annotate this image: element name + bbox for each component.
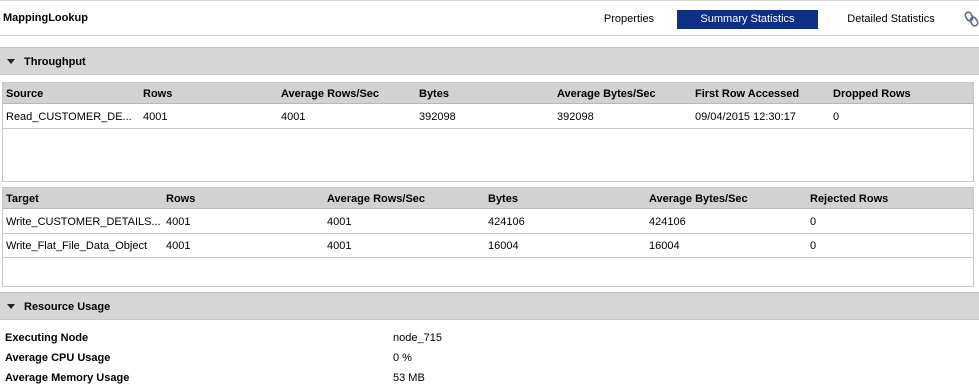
column-header-average-rows-sec[interactable]: Average Rows/Sec: [281, 88, 411, 100]
top-bar: MappingLookup Properties Summary Statist…: [0, 0, 979, 36]
column-header-average-bytes-sec[interactable]: Average Bytes/Sec: [557, 88, 687, 100]
table-cell: Read_CUSTOMER_DE...: [6, 111, 132, 123]
column-header-first-row-accessed[interactable]: First Row Accessed: [695, 88, 825, 100]
collapse-triangle-icon[interactable]: [7, 59, 15, 64]
collapse-triangle-icon[interactable]: [7, 304, 15, 309]
resource-usage-section-header[interactable]: Resource Usage: [0, 292, 979, 320]
table-cell: 392098: [557, 111, 594, 123]
column-header-source[interactable]: Source: [6, 88, 136, 100]
throughput-section-title: Throughput: [24, 56, 86, 68]
table-cell: 424106: [488, 216, 525, 228]
column-header-rows[interactable]: Rows: [143, 88, 273, 100]
average-memory-usage-label: Average Memory Usage: [5, 372, 130, 384]
table-cell: 4001: [327, 216, 352, 228]
table-row[interactable]: Read_CUSTOMER_DE... 4001 4001 392098 392…: [3, 105, 973, 129]
table-cell: 16004: [649, 240, 680, 252]
tab-summary-statistics[interactable]: Summary Statistics: [677, 10, 818, 29]
table-cell: 0: [810, 240, 817, 252]
column-header-rejected-rows[interactable]: Rejected Rows: [810, 193, 960, 205]
table-cell: Write_CUSTOMER_DETAILS...: [6, 216, 161, 228]
target-table: Target Rows Average Rows/Sec Bytes Avera…: [2, 187, 974, 287]
column-header-average-bytes-sec[interactable]: Average Bytes/Sec: [649, 193, 799, 205]
tab-detailed-statistics[interactable]: Detailed Statistics: [830, 10, 952, 29]
column-header-average-rows-sec[interactable]: Average Rows/Sec: [327, 193, 477, 205]
table-cell: 4001: [166, 240, 191, 252]
column-header-bytes[interactable]: Bytes: [419, 88, 549, 100]
table-cell: 392098: [419, 111, 456, 123]
table-cell: 09/04/2015 12:30:17: [695, 111, 796, 123]
column-header-bytes[interactable]: Bytes: [488, 193, 638, 205]
column-header-dropped-rows[interactable]: Dropped Rows: [833, 88, 963, 100]
table-cell: 16004: [488, 240, 519, 252]
link-chain-icon[interactable]: [964, 10, 979, 28]
resource-usage-section-title: Resource Usage: [24, 301, 111, 313]
table-cell: 4001: [166, 216, 191, 228]
source-table: Source Rows Average Rows/Sec Bytes Avera…: [2, 82, 974, 182]
average-cpu-usage-label: Average CPU Usage: [5, 352, 111, 364]
table-cell: 4001: [281, 111, 306, 123]
column-header-target[interactable]: Target: [6, 193, 156, 205]
target-table-header: Target Rows Average Rows/Sec Bytes Avera…: [3, 188, 973, 209]
throughput-section-header[interactable]: Throughput: [0, 47, 979, 75]
table-cell: 0: [833, 111, 840, 123]
average-cpu-usage-value: 0 %: [393, 352, 412, 364]
table-row[interactable]: Write_CUSTOMER_DETAILS... 4001 4001 4241…: [3, 210, 973, 234]
executing-node-value: node_715: [393, 332, 442, 344]
table-cell: Write_Flat_File_Data_Object: [6, 240, 148, 252]
table-cell: 424106: [649, 216, 686, 228]
table-row[interactable]: Write_Flat_File_Data_Object 4001 4001 16…: [3, 234, 973, 258]
mapping-title: MappingLookup: [3, 12, 88, 24]
average-memory-usage-value: 53 MB: [393, 372, 425, 384]
source-table-header: Source Rows Average Rows/Sec Bytes Avera…: [3, 83, 973, 104]
tab-properties[interactable]: Properties: [588, 10, 670, 29]
column-header-rows[interactable]: Rows: [166, 193, 316, 205]
table-cell: 4001: [143, 111, 168, 123]
executing-node-label: Executing Node: [5, 332, 89, 344]
table-cell: 0: [810, 216, 817, 228]
table-cell: 4001: [327, 240, 352, 252]
